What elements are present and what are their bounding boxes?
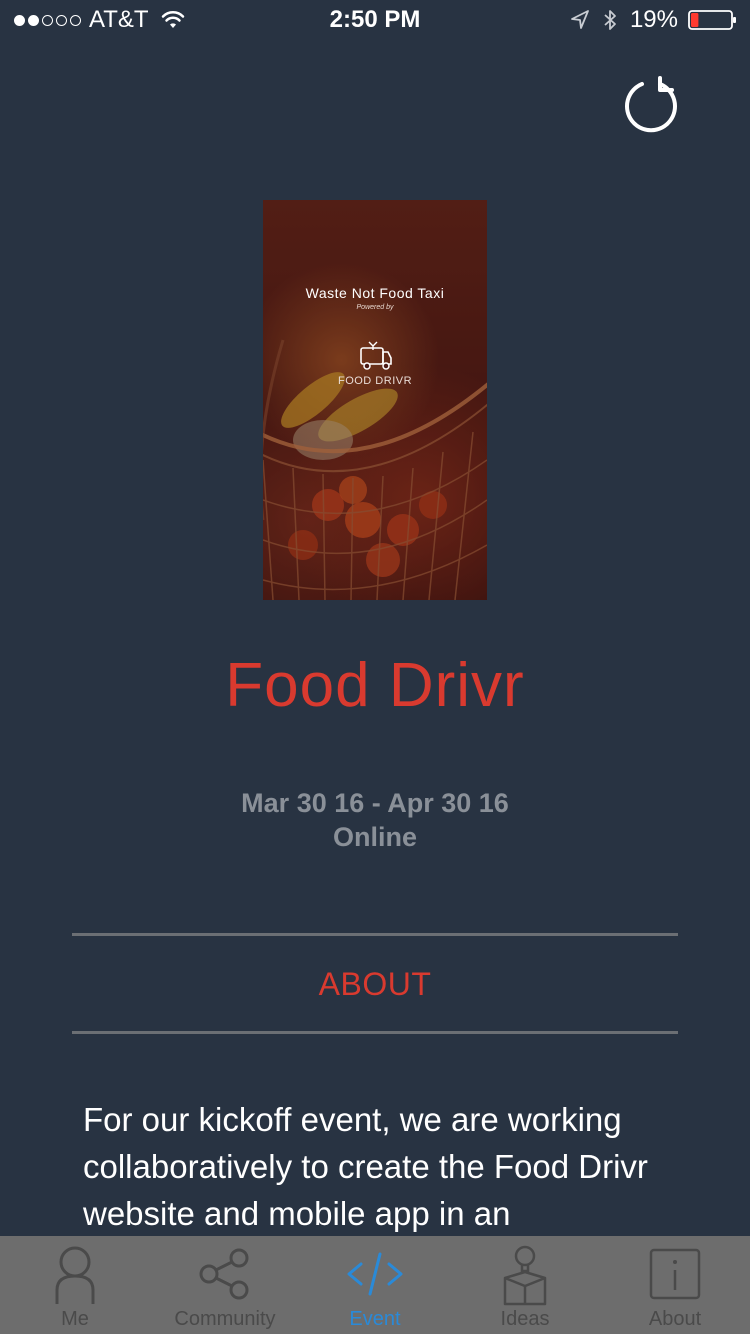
divider-bottom: [72, 1031, 678, 1034]
tab-event[interactable]: Event: [300, 1236, 450, 1334]
info-icon: [649, 1248, 701, 1300]
poster-brand: FOOD DRIVR: [337, 375, 413, 387]
poster-basket-graphic: [263, 200, 487, 600]
delivery-truck-icon: [360, 341, 392, 370]
battery-icon: [688, 10, 736, 30]
bluetooth-icon: [604, 10, 616, 30]
poster-title: Waste Not Food Taxi: [305, 285, 445, 301]
refresh-button[interactable]: [620, 74, 684, 138]
tab-label-ideas: Ideas: [500, 1308, 550, 1330]
person-icon: [55, 1246, 95, 1304]
status-right: 19%: [570, 6, 738, 34]
about-description: For our kickoff event, we are working co…: [83, 1101, 648, 1232]
poster-powered-by: Powered by: [356, 304, 394, 311]
tab-community[interactable]: Community: [150, 1236, 300, 1334]
status-bar: AT&T 2:50 PM 19%: [0, 0, 750, 40]
event-title: Food Drivr: [225, 651, 525, 720]
event-poster-image: Waste Not Food Taxi Powered by FOOD DRIV…: [263, 200, 487, 600]
location-arrow-icon: [571, 10, 589, 29]
tab-ideas[interactable]: Ideas: [450, 1236, 600, 1334]
tab-label-about: About: [648, 1308, 702, 1330]
divider-top: [72, 933, 678, 936]
tab-bar: Me Community Event Ideas About: [0, 1236, 750, 1334]
tab-label-event: Event: [349, 1308, 401, 1330]
event-location: Online: [332, 822, 417, 852]
event-dates: Mar 30 16 - Apr 30 16: [241, 788, 509, 818]
lightbulb-box-icon: [503, 1245, 547, 1306]
about-section-heading: ABOUT: [318, 966, 432, 1002]
tab-label-community: Community: [174, 1308, 276, 1330]
tab-label-me: Me: [61, 1308, 89, 1330]
tab-about[interactable]: About: [600, 1236, 750, 1334]
tab-me[interactable]: Me: [0, 1236, 150, 1334]
share-icon: [199, 1248, 249, 1300]
battery-percent: 19%: [629, 6, 678, 33]
code-icon: [347, 1252, 403, 1296]
